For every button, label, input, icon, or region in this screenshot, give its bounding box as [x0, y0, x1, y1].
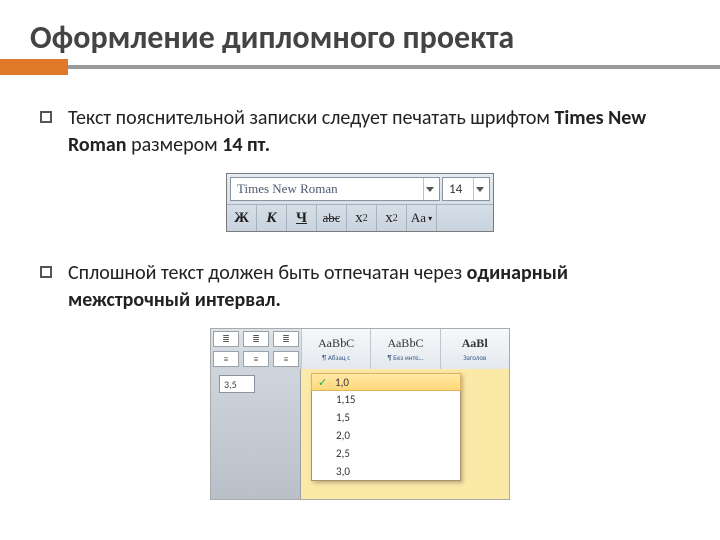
- spacing-option-2-0[interactable]: 2,0: [312, 426, 460, 444]
- spacing-label: 3,0: [336, 465, 350, 478]
- styles-toolbar-body: 3,5 ✓ 1,0 1,15 1,5 2,0 2,5 3,0: [211, 369, 509, 499]
- style-gallery-item[interactable]: АаВbС ¶ Без инте…: [370, 329, 439, 369]
- para-mini-btn[interactable]: ≣: [213, 331, 239, 347]
- strike-label: abc: [322, 210, 340, 226]
- styles-toolbar-top: ≣ ≣ ≣ ≡ ≡ ≡ АаВbС ¶ Абзац с АаВbС ¶ Без …: [211, 329, 509, 369]
- style-label: Заголов: [463, 353, 486, 362]
- spacing-option-2-5[interactable]: 2,5: [312, 444, 460, 462]
- font-toolbar: Times New Roman 14 Ж К Ч abc x2 x2 Aa▾: [226, 173, 494, 232]
- bullet-text-1: Текст пояснительной записки следует печа…: [68, 105, 680, 159]
- chevron-down-icon: ▾: [428, 214, 432, 223]
- para-mini-btn[interactable]: ≡: [273, 351, 299, 367]
- paragraph-mini-group: ≣ ≣ ≣ ≡ ≡ ≡: [211, 329, 301, 369]
- sub-index: 2: [363, 213, 368, 224]
- indent-value-box[interactable]: 3,5: [219, 375, 255, 393]
- rule-gray: [0, 65, 720, 69]
- aa-label: Aa: [411, 210, 426, 226]
- bold-button[interactable]: Ж: [227, 205, 257, 231]
- square-bullet-icon: [40, 111, 52, 123]
- square-bullet-icon: [40, 266, 52, 278]
- superscript-button[interactable]: x2: [377, 205, 407, 231]
- line-spacing-menu: ✓ 1,0 1,15 1,5 2,0 2,5 3,0: [311, 373, 461, 481]
- style-label: ¶ Абзац с: [322, 353, 350, 362]
- para-mini-btn[interactable]: ≡: [213, 351, 239, 367]
- font-size-combobox[interactable]: 14: [442, 177, 490, 201]
- styles-toolbar: ≣ ≣ ≣ ≡ ≡ ≡ АаВbС ¶ Абзац с АаВbС ¶ Без …: [210, 328, 510, 500]
- para-mini-btn[interactable]: ≣: [273, 331, 299, 347]
- paragraph-panel: 3,5: [211, 369, 301, 499]
- font-family-combobox[interactable]: Times New Roman: [230, 177, 440, 201]
- spacing-label: 1,15: [336, 393, 355, 406]
- content-area: Текст пояснительной записки следует печа…: [0, 75, 720, 500]
- bullet-text-2: Сплошной текст должен быть отпечатан чер…: [68, 260, 680, 314]
- spacing-option-1-15[interactable]: 1,15: [312, 390, 460, 408]
- strikethrough-button[interactable]: abc: [317, 205, 347, 231]
- spacing-label: 2,5: [336, 447, 350, 460]
- title-rule: [0, 65, 720, 75]
- style-label: ¶ Без инте…: [388, 353, 424, 362]
- font-family-value: Times New Roman: [237, 181, 338, 197]
- font-toolbar-row-buttons: Ж К Ч abc x2 x2 Aa▾: [227, 205, 493, 231]
- spacing-option-1-0[interactable]: ✓ 1,0: [311, 373, 461, 391]
- spacing-option-1-5[interactable]: 1,5: [312, 408, 460, 426]
- dropdown-arrow-icon[interactable]: [473, 178, 485, 200]
- font-size-value: 14: [449, 182, 462, 197]
- sup-index: 2: [393, 213, 398, 224]
- style-sample: АаВbС: [318, 336, 354, 351]
- style-gallery: АаВbС ¶ Абзац с АаВbС ¶ Без инте… АаВl З…: [301, 329, 509, 369]
- style-sample: АаВbС: [387, 336, 423, 351]
- check-icon: ✓: [318, 377, 330, 389]
- text-run: размером: [127, 133, 223, 157]
- x-base: x: [385, 210, 393, 227]
- para-mini-btn[interactable]: ≡: [243, 351, 269, 367]
- spacing-label: 2,0: [336, 429, 350, 442]
- spacing-option-3-0[interactable]: 3,0: [312, 462, 460, 480]
- subscript-button[interactable]: x2: [347, 205, 377, 231]
- rule-orange-accent: [0, 59, 68, 75]
- slide-title: Оформление дипломного проекта: [0, 0, 720, 65]
- style-sample-bold: АаВl: [462, 336, 488, 351]
- style-gallery-item[interactable]: АаВbС ¶ Абзац с: [301, 329, 370, 369]
- font-toolbar-row-selectors: Times New Roman 14: [227, 174, 493, 205]
- change-case-button[interactable]: Aa▾: [407, 205, 437, 231]
- dropdown-arrow-icon[interactable]: [423, 178, 435, 200]
- text-run: Текст пояснительной записки следует печа…: [68, 106, 554, 130]
- spacing-label: 1,5: [336, 411, 350, 424]
- italic-button[interactable]: К: [257, 205, 287, 231]
- list-item: Текст пояснительной записки следует печа…: [40, 105, 680, 159]
- list-item: Сплошной текст должен быть отпечатан чер…: [40, 260, 680, 314]
- x-base: x: [355, 210, 363, 227]
- style-gallery-item[interactable]: АаВl Заголов: [440, 329, 509, 369]
- text-bold-size: 14 пт.: [222, 133, 270, 157]
- para-mini-btn[interactable]: ≣: [243, 331, 269, 347]
- spacing-label: 1,0: [335, 376, 349, 389]
- underline-button[interactable]: Ч: [287, 205, 317, 231]
- text-run: Сплошной текст должен быть отпечатан чер…: [68, 261, 467, 285]
